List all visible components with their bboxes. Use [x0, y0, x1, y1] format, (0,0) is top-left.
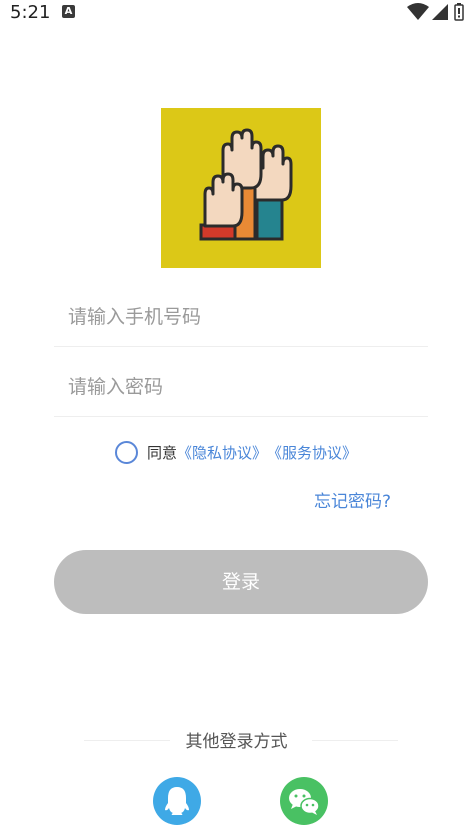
phone-input[interactable] — [68, 298, 408, 336]
login-button[interactable]: 登录 — [54, 550, 428, 614]
forgot-password-link[interactable]: 忘记密码? — [314, 487, 391, 512]
signal-icon — [432, 4, 448, 20]
status-time: 5:21 — [10, 2, 51, 23]
agreement-row: 同意 《隐私协议》 《服务协议》 — [115, 438, 357, 466]
wechat-icon — [289, 789, 320, 815]
qq-login-button[interactable] — [153, 777, 201, 825]
status-indicators — [407, 3, 467, 21]
wechat-login-button[interactable] — [280, 777, 328, 825]
battery-icon — [454, 3, 464, 21]
wifi-icon — [407, 3, 429, 20]
app-logo — [161, 108, 321, 268]
other-login-title: 其他登录方式 — [185, 732, 288, 752]
app-notification-icon: A — [62, 5, 75, 18]
phone-field — [54, 290, 428, 347]
agreement-label: 同意 — [147, 443, 178, 462]
password-input[interactable] — [68, 368, 408, 406]
qq-icon — [165, 787, 189, 815]
privacy-policy-link[interactable]: 《隐私协议》 — [177, 442, 267, 463]
password-field — [54, 360, 428, 417]
service-agreement-link[interactable]: 《服务协议》 — [267, 442, 357, 463]
raised-hands-icon — [199, 128, 293, 241]
agreement-checkbox[interactable] — [115, 440, 138, 464]
status-bar: 5:21 A — [0, 0, 473, 28]
